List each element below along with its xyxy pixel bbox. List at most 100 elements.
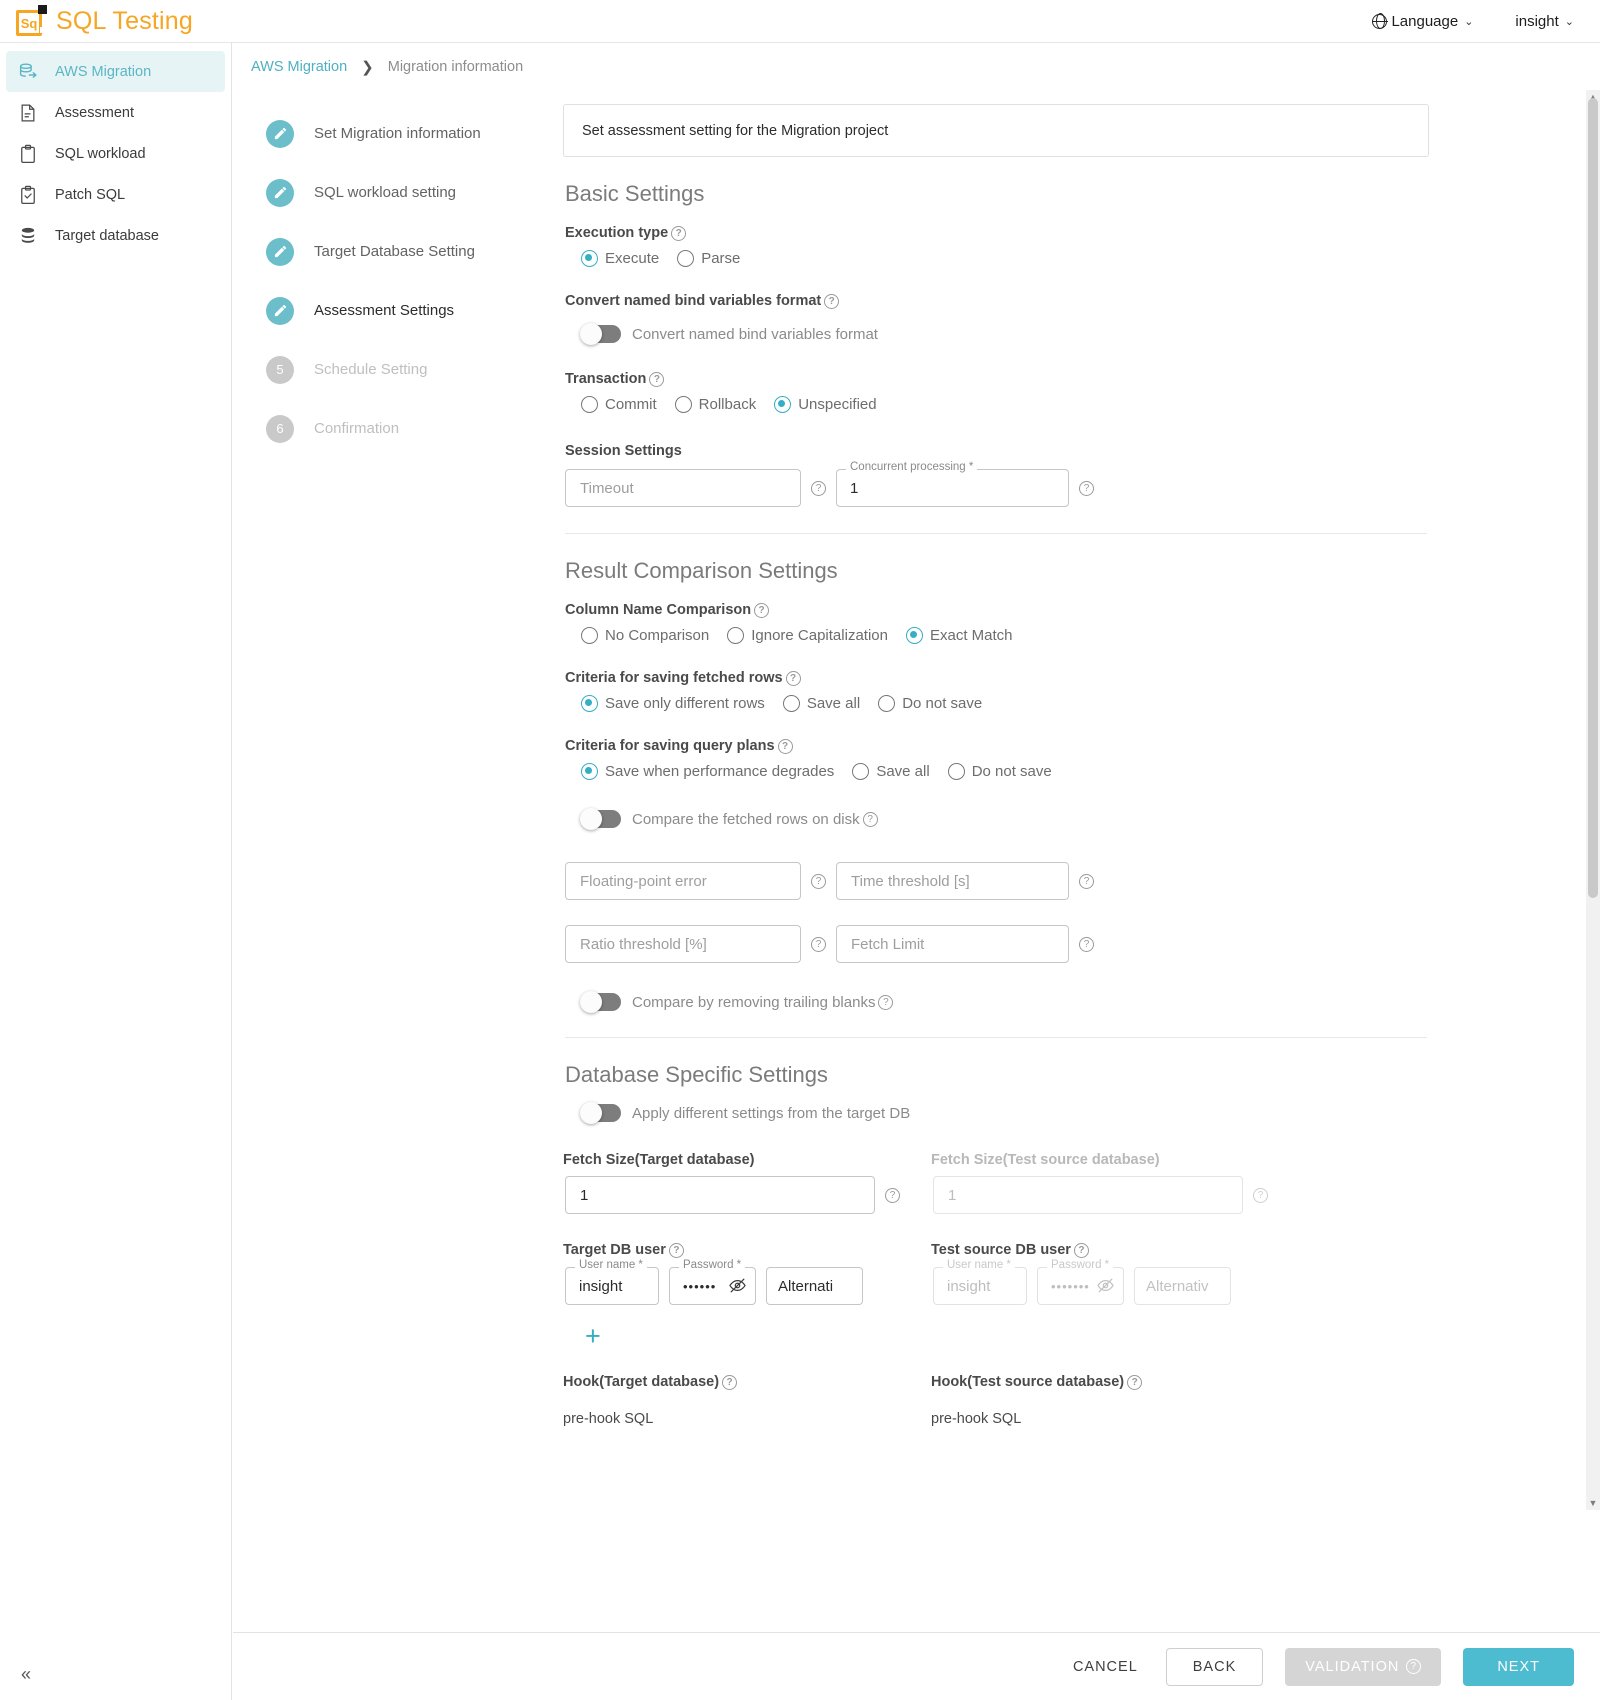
user-menu[interactable]: insight ⌄ — [1515, 13, 1574, 30]
help-icon[interactable]: ? — [1079, 873, 1094, 889]
sidebar-item-label: Target database — [55, 227, 159, 244]
step-label: Schedule Setting — [314, 361, 428, 378]
step-label: Target Database Setting — [314, 243, 475, 260]
radio-option-save-when-performance-degrades[interactable]: Save when performance degrades — [581, 763, 834, 780]
back-button[interactable]: BACK — [1165, 1647, 1264, 1686]
step-set-migration-information[interactable]: Set Migration information — [266, 104, 566, 163]
sidebar-item-sql-workload[interactable]: SQL workload — [6, 133, 225, 174]
sidebar-item-label: Patch SQL — [55, 186, 126, 203]
help-icon[interactable]: ? — [649, 371, 665, 387]
thresholds-row-2: Ratio threshold [%] ? Fetch Limit ? — [565, 925, 1563, 963]
help-icon[interactable]: ? — [811, 936, 826, 952]
radio-indicator — [674, 396, 692, 413]
hook-source-sub: pre-hook SQL — [931, 1411, 1022, 1427]
help-icon[interactable]: ? — [811, 873, 826, 889]
help-icon[interactable]: ? — [862, 811, 878, 827]
scrollbar-thumb[interactable] — [1588, 98, 1598, 898]
fetch-limit-input[interactable]: Fetch Limit — [836, 925, 1069, 963]
radio-option-do-not-save-rows[interactable]: Do not save — [878, 695, 982, 712]
app-logo-icon: Sq — [14, 4, 48, 38]
radio-label: Save all — [876, 763, 930, 780]
sidebar-item-target-database[interactable]: Target database — [6, 215, 225, 256]
sidebar-item-patch-sql[interactable]: Patch SQL — [6, 174, 225, 215]
sidebar-collapse-button[interactable]: « — [10, 1658, 42, 1690]
document-icon — [18, 103, 48, 123]
radio-option-exact-match[interactable]: Exact Match — [905, 627, 1013, 644]
test-source-db-user-label: Test source DB user ? — [931, 1242, 1299, 1258]
sidebar-item-assessment[interactable]: Assessment — [6, 92, 225, 133]
db-user-row: Target DB user ? User name * insight Pas… — [563, 1242, 1563, 1305]
help-icon[interactable]: ? — [671, 225, 687, 241]
step-schedule-setting[interactable]: 5 Schedule Setting — [266, 340, 566, 399]
radio-option-ignore-capitalization[interactable]: Ignore Capitalization — [727, 627, 888, 644]
help-icon[interactable]: ? — [885, 1187, 900, 1203]
sidebar-item-aws-migration[interactable]: AWS Migration — [6, 51, 225, 92]
language-selector[interactable]: Language ⌄ — [1372, 13, 1473, 30]
step-assessment-settings[interactable]: Assessment Settings — [266, 281, 566, 340]
help-icon[interactable]: ? — [811, 480, 826, 496]
help-icon[interactable]: ? — [777, 738, 793, 754]
fetch-size-source-group: Fetch Size(Test source database) 1 ? — [931, 1152, 1299, 1214]
target-db-alternative-input[interactable]: Alternati — [766, 1267, 863, 1305]
help-icon[interactable]: ? — [878, 994, 894, 1010]
radio-option-save-only-different-rows[interactable]: Save only different rows — [581, 695, 765, 712]
target-db-username-input[interactable]: User name * insight — [565, 1259, 659, 1305]
clipboard-check-icon — [18, 185, 48, 205]
trailing-blanks-toggle[interactable] — [580, 991, 621, 1013]
help-icon[interactable]: ? — [1406, 1659, 1422, 1674]
top-bar-right: Language ⌄ insight ⌄ — [1372, 13, 1600, 30]
add-db-user-button[interactable]: + — [585, 1323, 1563, 1350]
radio-option-no-comparison[interactable]: No Comparison — [581, 627, 709, 644]
next-button[interactable]: NEXT — [1463, 1647, 1574, 1686]
fetch-size-target-input[interactable]: 1 — [565, 1176, 875, 1214]
radio-indicator — [581, 763, 598, 780]
help-icon[interactable]: ? — [754, 602, 770, 618]
hook-target-label-text: Hook(Target database) — [563, 1374, 720, 1390]
step-target-database-setting[interactable]: Target Database Setting — [266, 222, 566, 281]
radio-option-do-not-save-plans[interactable]: Do not save — [947, 763, 1052, 780]
time-threshold-input[interactable]: Time threshold [s] — [836, 862, 1069, 900]
radio-option-commit[interactable]: Commit — [581, 396, 657, 413]
radio-label: Execute — [605, 250, 660, 267]
breadcrumb-current: Migration information — [387, 58, 524, 75]
help-icon[interactable]: ? — [785, 670, 801, 686]
target-db-password-input[interactable]: Password * •••••• — [669, 1259, 756, 1305]
radio-option-unspecified[interactable]: Unspecified — [774, 396, 877, 413]
radio-option-save-all-plans[interactable]: Save all — [852, 763, 930, 780]
language-label: Language — [1391, 12, 1459, 30]
radio-option-parse[interactable]: Parse — [677, 250, 740, 267]
hook-row: Hook(Target database) ? pre-hook SQL Hoo… — [563, 1374, 1563, 1427]
chevron-down-icon: ⌄ — [1464, 15, 1474, 28]
radio-indicator — [878, 695, 896, 712]
main-scrollbar[interactable]: ▲ ▼ — [1586, 90, 1600, 1510]
ratio-threshold-input[interactable]: Ratio threshold [%] — [565, 925, 801, 963]
help-icon[interactable]: ? — [1079, 480, 1094, 496]
step-confirmation[interactable]: 6 Confirmation — [266, 399, 566, 458]
help-icon[interactable]: ? — [1253, 1187, 1268, 1203]
help-icon[interactable]: ? — [1079, 936, 1094, 952]
step-number-badge: 6 — [266, 414, 294, 443]
help-icon[interactable]: ? — [668, 1242, 684, 1258]
password-visibility-toggle-icon[interactable] — [728, 1276, 747, 1300]
main-content: Set Migration information SQL workload s… — [233, 90, 1600, 1510]
cancel-button[interactable]: CANCEL — [1067, 1658, 1144, 1676]
password-visibility-toggle-icon — [1096, 1276, 1115, 1300]
convert-bind-variables-toggle[interactable] — [580, 323, 621, 345]
compare-on-disk-toggle[interactable] — [580, 808, 621, 830]
apply-different-settings-toggle[interactable] — [580, 1102, 621, 1124]
floating-point-error-input[interactable]: Floating-point error — [565, 862, 801, 900]
timeout-input[interactable]: Timeout — [565, 469, 801, 507]
breadcrumb-root-link[interactable]: AWS Migration — [251, 59, 347, 75]
user-label: insight — [1515, 12, 1559, 30]
help-icon[interactable]: ? — [1073, 1242, 1089, 1258]
scroll-down-arrow-icon[interactable]: ▼ — [1586, 1496, 1600, 1510]
help-icon[interactable]: ? — [1127, 1374, 1143, 1390]
radio-option-save-all-rows[interactable]: Save all — [782, 695, 860, 712]
concurrent-processing-input[interactable]: Concurrent processing * 1 — [836, 461, 1069, 507]
fetch-size-source-label: Fetch Size(Test source database) — [931, 1152, 1160, 1168]
radio-option-rollback[interactable]: Rollback — [674, 396, 756, 413]
step-sql-workload-setting[interactable]: SQL workload setting — [266, 163, 566, 222]
help-icon[interactable]: ? — [824, 293, 840, 309]
help-icon[interactable]: ? — [722, 1374, 738, 1390]
radio-option-execute[interactable]: Execute — [581, 250, 659, 267]
